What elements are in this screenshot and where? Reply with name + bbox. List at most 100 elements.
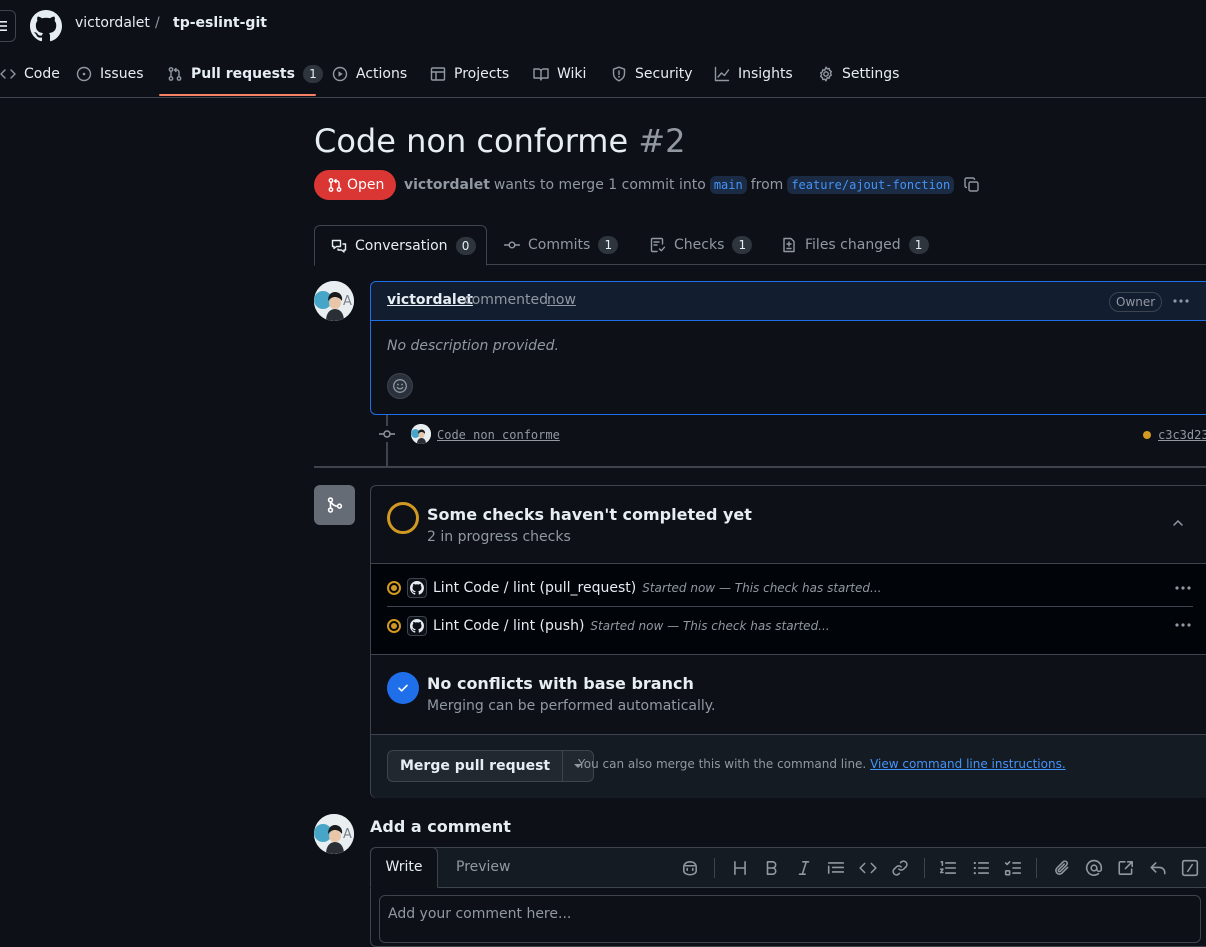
issue-icon — [76, 66, 92, 82]
copy-icon[interactable] — [964, 177, 980, 193]
pr-tabs: Conversation 0 Commits 1 Checks 1 Files … — [314, 225, 1206, 266]
nav-code[interactable]: Code — [0, 56, 60, 92]
pull-request-icon — [168, 67, 182, 81]
chevron-up-icon[interactable] — [1171, 516, 1185, 530]
nav-actions[interactable]: Actions — [332, 56, 407, 92]
quote-icon[interactable] — [827, 859, 845, 877]
tab-conversation-count: 0 — [455, 236, 476, 255]
nav-settings-label: Settings — [842, 66, 900, 82]
kebab-icon[interactable] — [1173, 580, 1193, 596]
cross-reference-icon[interactable] — [1117, 859, 1135, 877]
git-merge-icon — [327, 497, 342, 513]
play-icon — [332, 66, 348, 82]
commit-avatar[interactable] — [411, 424, 431, 444]
add-reaction-button[interactable] — [387, 373, 413, 399]
command-line-instructions-link[interactable]: View command line instructions. — [870, 757, 1066, 771]
state-label: Open — [347, 177, 385, 193]
page-title: Code non conforme #2 — [314, 122, 686, 160]
code-icon[interactable] — [859, 859, 877, 877]
pr-author-link[interactable]: victordalet — [404, 177, 490, 193]
copilot-icon[interactable] — [681, 859, 699, 877]
check-description: Started now — This check has started... — [590, 618, 830, 633]
github-logo-icon[interactable] — [30, 10, 62, 42]
nav-settings[interactable]: Settings — [818, 56, 899, 92]
nav-projects-label: Projects — [454, 66, 510, 82]
toolbar-separator — [714, 858, 715, 878]
tab-checks-label: Checks — [674, 237, 725, 253]
merge-actions: Merge pull request You can also merge th… — [371, 735, 1206, 798]
tab-files-changed[interactable]: Files changed 1 — [781, 225, 929, 265]
menu-button[interactable] — [0, 10, 16, 42]
nav-pull-requests[interactable]: Pull requests 1 — [167, 56, 323, 92]
mention-icon[interactable] — [1085, 859, 1103, 877]
avatar[interactable]: A — [314, 281, 354, 321]
tab-preview[interactable]: Preview — [456, 859, 511, 875]
kebab-icon[interactable] — [1173, 617, 1193, 633]
merge-hint: You can also merge this with the command… — [578, 757, 1066, 771]
merge-button-group: Merge pull request — [387, 750, 595, 782]
owner-badge: Owner — [1109, 292, 1163, 312]
heading-icon[interactable] — [731, 859, 749, 877]
tab-conversation[interactable]: Conversation 0 — [314, 225, 487, 266]
shield-icon — [612, 66, 626, 82]
tab-checks[interactable]: Checks 1 — [650, 225, 753, 265]
ordered-list-icon[interactable] — [939, 859, 957, 877]
repo-nav: Code Issues Pull requests 1 Actions Proj… — [0, 56, 1206, 98]
nav-security-label: Security — [635, 66, 693, 82]
head-branch[interactable]: feature/ajout-fonction — [787, 176, 955, 194]
commit-status-dot[interactable] — [1143, 431, 1151, 439]
state-badge: Open — [314, 170, 396, 200]
tab-commits[interactable]: Commits 1 — [504, 225, 619, 265]
repo-link[interactable]: tp-eslint-git — [173, 15, 267, 31]
nav-issues[interactable]: Issues — [76, 56, 144, 92]
checks-title: Some checks haven't completed yet — [427, 505, 752, 524]
editor-toolbar: Write Preview — [370, 847, 1206, 888]
comment-author-link[interactable]: victordalet — [387, 292, 473, 308]
task-list-icon[interactable] — [1004, 859, 1022, 877]
tab-checks-count: 1 — [732, 236, 753, 254]
merge-box: Some checks haven't completed yet 2 in p… — [370, 485, 1206, 798]
checks-subtitle: 2 in progress checks — [427, 529, 571, 545]
merge-pull-request-button[interactable]: Merge pull request — [388, 751, 564, 781]
checks-summary: Some checks haven't completed yet 2 in p… — [371, 486, 1206, 564]
unordered-list-icon[interactable] — [972, 859, 990, 877]
kebab-icon[interactable] — [1171, 291, 1191, 311]
owner-link[interactable]: victordalet — [75, 15, 150, 31]
pr-meta: victordalet wants to merge 1 commit into… — [404, 176, 980, 194]
nav-projects[interactable]: Projects — [430, 56, 509, 92]
check-row[interactable]: Lint Code / lint (push) Started now — Th… — [387, 607, 1193, 644]
check-row[interactable]: Lint Code / lint (pull_request) Started … — [387, 570, 1193, 607]
file-diff-icon — [783, 237, 795, 253]
comment-input[interactable] — [379, 895, 1201, 943]
tab-write[interactable]: Write — [370, 847, 438, 888]
checklist-icon — [650, 237, 666, 253]
bold-icon[interactable] — [763, 859, 781, 877]
avatar[interactable]: A — [314, 814, 354, 854]
comment-time-link[interactable]: now — [547, 292, 576, 308]
github-actions-icon — [407, 578, 427, 598]
merge-hint-text: You can also merge this with the command… — [578, 757, 867, 771]
slash-command-icon[interactable] — [1181, 859, 1199, 877]
tab-commits-label: Commits — [528, 237, 591, 253]
nav-wiki[interactable]: Wiki — [533, 56, 586, 92]
from-text: from — [750, 177, 784, 193]
in-progress-icon — [387, 618, 401, 633]
timeline-divider — [314, 466, 1206, 468]
reply-icon[interactable] — [1149, 859, 1167, 877]
svg-text:A: A — [343, 827, 352, 842]
nav-insights[interactable]: Insights — [714, 56, 793, 92]
add-comment-heading: Add a comment — [370, 817, 511, 836]
avatar-image-icon: A — [314, 281, 354, 321]
paperclip-icon[interactable] — [1053, 859, 1071, 877]
nav-security[interactable]: Security — [611, 56, 693, 92]
table-icon — [430, 67, 446, 81]
link-icon[interactable] — [891, 859, 909, 877]
tab-files-changed-label: Files changed — [805, 237, 901, 253]
commit-message-link[interactable]: Code non conforme — [437, 428, 560, 442]
italic-icon[interactable] — [795, 859, 813, 877]
base-branch[interactable]: main — [709, 176, 747, 194]
gear-icon — [820, 66, 832, 82]
nav-pull-requests-label: Pull requests — [191, 66, 295, 82]
commit-sha-link[interactable]: c3c3d23 — [1158, 428, 1206, 442]
check-description: Started now — This check has started... — [642, 581, 882, 595]
